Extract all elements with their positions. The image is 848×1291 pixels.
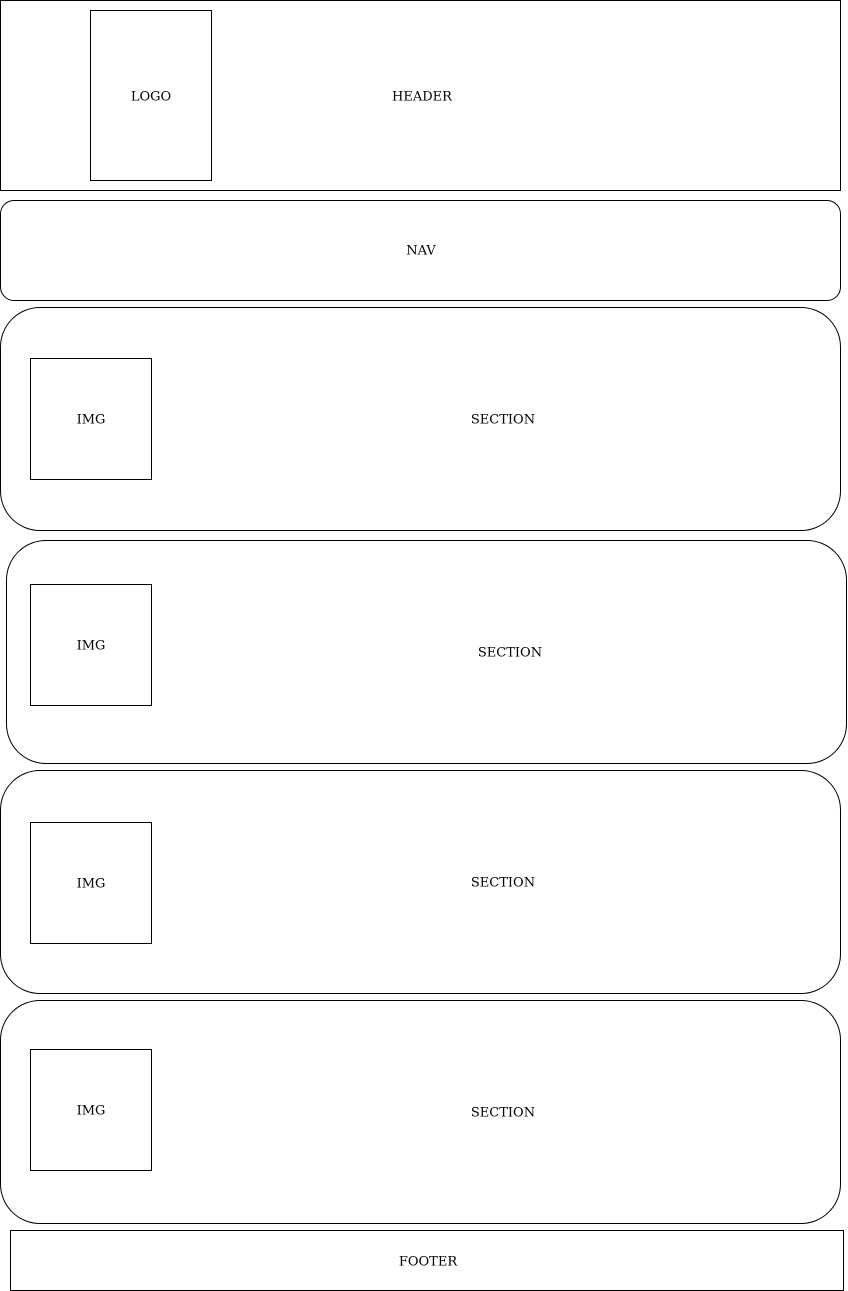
section-box: IMG SECTION (0, 770, 841, 994)
section-box: IMG SECTION (0, 1000, 841, 1224)
section-label: SECTION (470, 875, 536, 891)
section-img-box: IMG (30, 584, 152, 706)
section-img-label: IMG (76, 412, 106, 428)
footer-box: FOOTER (10, 1230, 844, 1291)
section-img-box: IMG (30, 1049, 152, 1171)
section-label: SECTION (470, 1105, 536, 1121)
footer-label: FOOTER (398, 1254, 458, 1270)
section-label: SECTION (477, 645, 543, 661)
nav-label: NAV (406, 243, 436, 259)
section-img-box: IMG (30, 358, 152, 480)
header-box: HEADER LOGO (0, 0, 841, 191)
section-img-label: IMG (76, 876, 106, 892)
section-box: IMG SECTION (6, 540, 847, 764)
section-img-label: IMG (76, 1103, 106, 1119)
section-img-box: IMG (30, 822, 152, 944)
nav-box: NAV (0, 200, 841, 301)
section-label: SECTION (470, 412, 536, 428)
logo-label: LOGO (130, 89, 172, 105)
header-label: HEADER (392, 89, 452, 105)
section-img-label: IMG (76, 638, 106, 654)
section-box: IMG SECTION (0, 307, 841, 531)
logo-box: LOGO (90, 10, 212, 181)
